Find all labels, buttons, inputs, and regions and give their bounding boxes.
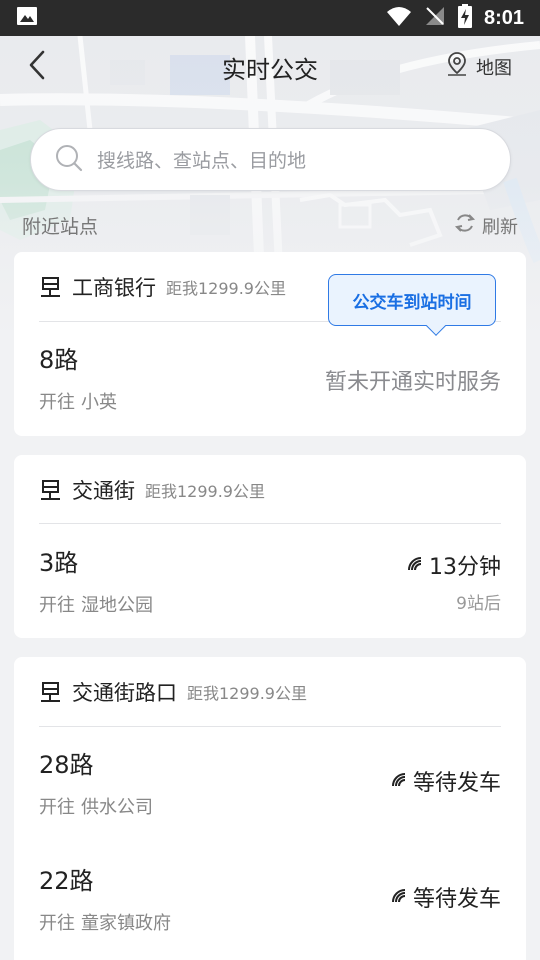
- route-direction: 开往 童家镇政府: [39, 909, 171, 935]
- divider: [39, 523, 501, 524]
- stop-distance: 距我1299.9公里: [166, 279, 286, 298]
- no-signal-icon: [424, 5, 446, 31]
- stop-card[interactable]: 工商银行 距我1299.9公里 8路 开往 小英 暂未开通实时服务 公交车到站时间: [14, 252, 526, 436]
- route-row[interactable]: 28路 开往 供水公司 等待发车: [39, 745, 501, 835]
- route-status: 13分钟: [407, 549, 501, 581]
- battery-charging-icon: [457, 4, 472, 32]
- stops-away: 9站后: [456, 594, 501, 614]
- map-button-label: 地图: [476, 57, 512, 79]
- route-destination: 供水公司: [81, 797, 153, 818]
- divider: [39, 726, 501, 727]
- stop-distance: 距我1299.9公里: [187, 684, 307, 703]
- stop-distance: 距我1299.9公里: [145, 482, 265, 501]
- stop-header: 交通街 距我1299.9公里: [14, 455, 526, 525]
- bus-stop-icon: [40, 276, 62, 298]
- arrival-time: 13分钟: [429, 555, 501, 580]
- route-destination: 小英: [81, 392, 117, 413]
- wifi-icon: [386, 5, 412, 31]
- route-direction: 开往 湿地公园: [39, 591, 153, 617]
- route-name: 8路: [39, 346, 79, 374]
- bus-stop-icon: [40, 681, 62, 703]
- search-input[interactable]: 搜线路、查站点、目的地: [30, 128, 511, 191]
- direction-prefix: 开往: [39, 913, 75, 934]
- stop-name: 工商银行: [72, 276, 156, 300]
- route-row[interactable]: 22路 开往 童家镇政府 等待发车: [39, 861, 501, 951]
- search-placeholder: 搜线路、查站点、目的地: [97, 150, 307, 172]
- realtime-signal-icon: [407, 553, 423, 578]
- route-name: 28路: [39, 751, 94, 779]
- image-icon: [16, 5, 38, 31]
- route-direction: 开往 小英: [39, 388, 117, 414]
- route-destination: 湿地公园: [81, 595, 153, 616]
- route-status: 等待发车: [391, 881, 501, 913]
- nearby-stops-label: 附近站点: [22, 216, 99, 238]
- route-destination: 童家镇政府: [81, 913, 171, 934]
- tooltip-arrow: [426, 316, 446, 336]
- map-button[interactable]: 地图: [446, 51, 512, 82]
- route-direction: 开往 供水公司: [39, 793, 153, 819]
- header: 实时公交 地图: [0, 36, 540, 98]
- departure-status: 等待发车: [412, 771, 501, 796]
- stop-card[interactable]: 交通街路口 距我1299.9公里 28路 开往 供水公司 等待发车 22路 开往童…: [14, 657, 526, 960]
- tooltip-text: 公交车到站时间: [352, 292, 472, 313]
- route-row[interactable]: 3路 开往 湿地公园 13分钟 9站后: [39, 543, 501, 633]
- back-button[interactable]: [20, 50, 54, 84]
- refresh-icon: [454, 212, 476, 239]
- route-row[interactable]: 8路 开往 小英 暂未开通实时服务: [39, 340, 501, 430]
- status-time: 8:01: [483, 6, 524, 29]
- realtime-signal-icon: [391, 769, 407, 794]
- route-name: 3路: [39, 549, 79, 577]
- departure-status: 等待发车: [412, 887, 501, 912]
- status-bar: 8:01: [0, 0, 540, 36]
- route-status: 暂未开通实时服务: [324, 370, 501, 395]
- route-status: 等待发车: [391, 765, 501, 797]
- chevron-left-icon: [27, 50, 47, 84]
- direction-prefix: 开往: [39, 595, 75, 616]
- nearby-stops-header: 附近站点 刷新: [22, 210, 520, 240]
- stop-name: 交通街路口: [72, 681, 177, 705]
- route-name: 22路: [39, 867, 94, 895]
- stop-card[interactable]: 交通街 距我1299.9公里 3路 开往 湿地公园 13分钟 9站后: [14, 455, 526, 638]
- location-pin-icon: [446, 51, 468, 82]
- arrival-time-tooltip[interactable]: 公交车到站时间: [328, 274, 496, 336]
- bus-stop-icon: [40, 479, 62, 501]
- refresh-button[interactable]: 刷新: [454, 212, 518, 239]
- search-icon: [55, 144, 83, 176]
- direction-prefix: 开往: [39, 392, 75, 413]
- realtime-signal-icon: [391, 885, 407, 910]
- refresh-label: 刷新: [482, 216, 518, 238]
- stop-name: 交通街: [72, 479, 135, 503]
- stop-header: 交通街路口 距我1299.9公里: [14, 657, 526, 727]
- direction-prefix: 开往: [39, 797, 75, 818]
